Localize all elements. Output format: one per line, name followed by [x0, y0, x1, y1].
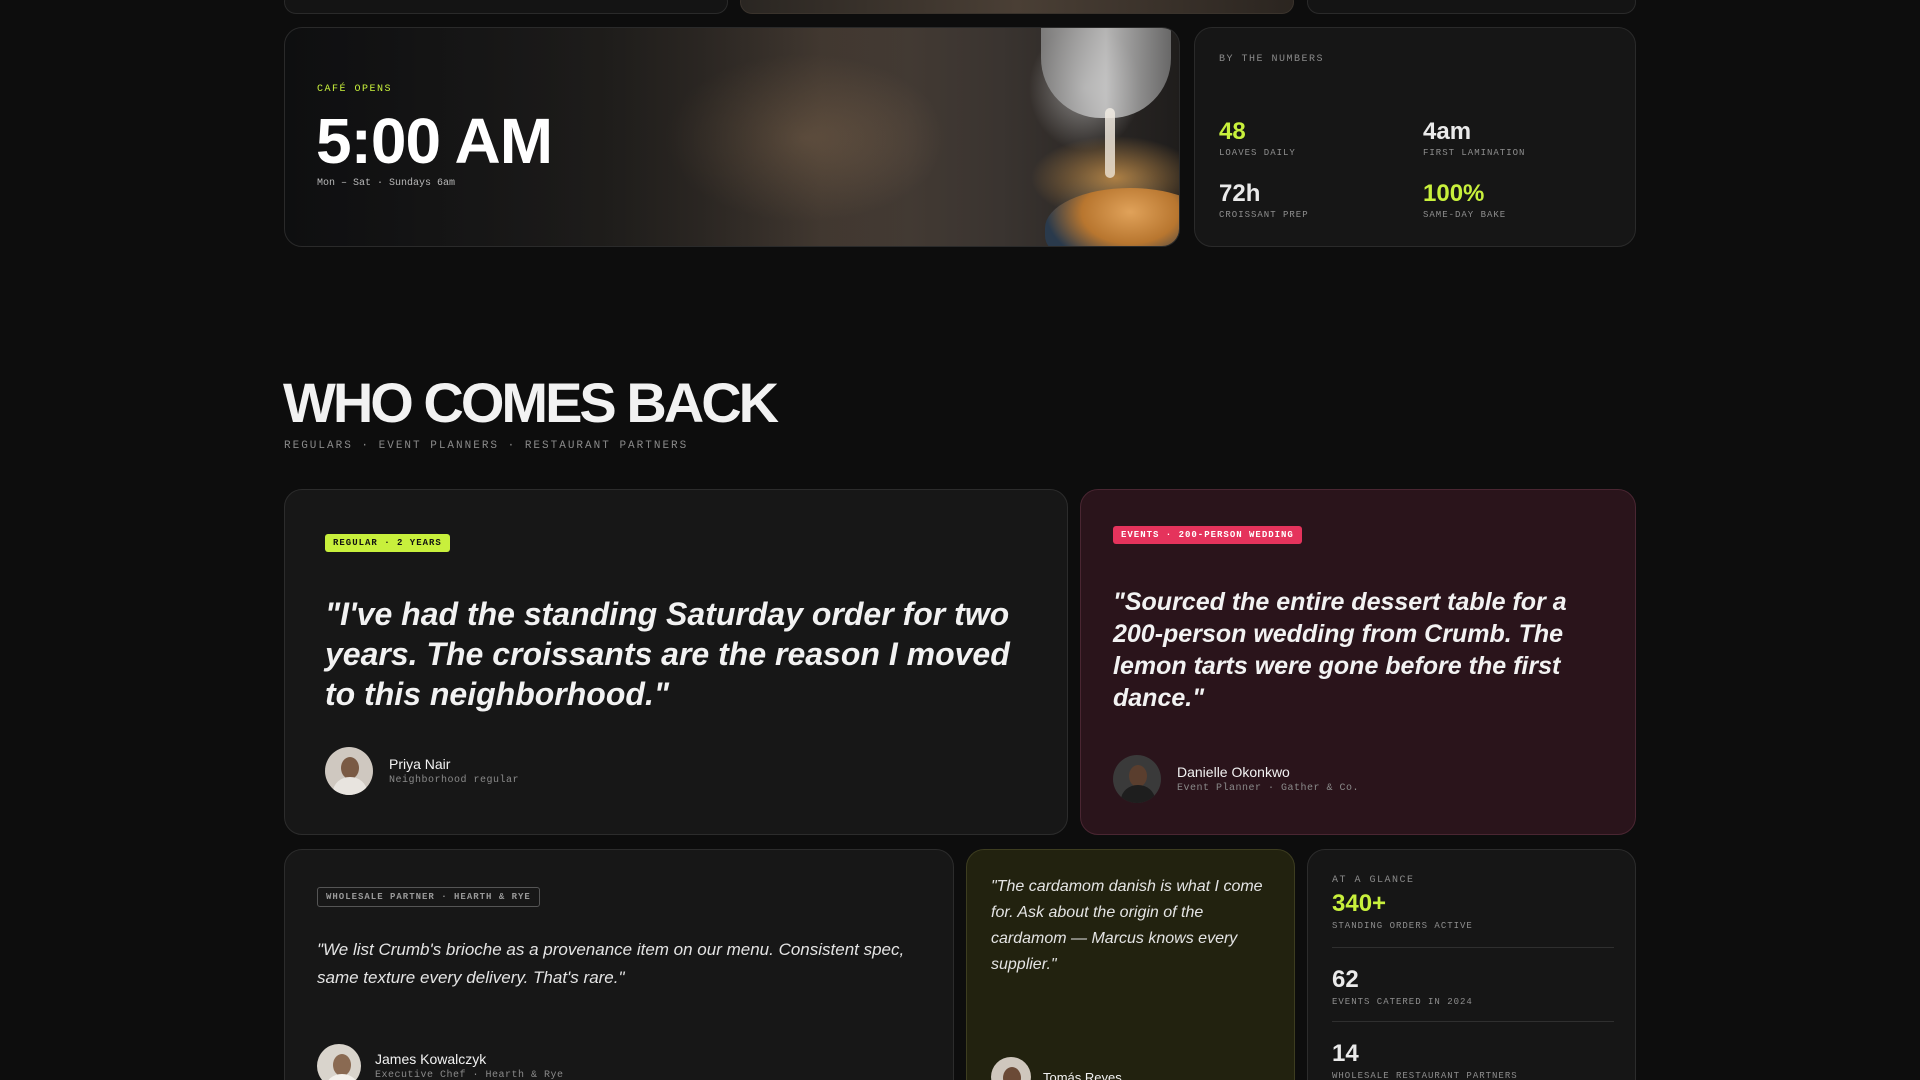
author-name: Priya Nair	[389, 756, 451, 772]
cafe-opens-card: CAFÉ OPENS 5:00 AM Mon – Sat · Sundays 6…	[284, 27, 1180, 247]
author-name: Danielle Okonkwo	[1177, 764, 1290, 780]
divider	[1332, 947, 1614, 948]
testimonial-quote: "The cardamom danish is what I come for.…	[991, 878, 1263, 973]
section-title: WHO COMES BACK	[283, 371, 779, 434]
stat-value: 4am	[1423, 118, 1472, 145]
testimonial-badge: REGULAR · 2 YEARS	[325, 534, 450, 552]
previous-card-image	[740, 0, 1294, 14]
previous-card-3	[1307, 0, 1636, 14]
glance-stat-partners: 14 WHOLESALE RESTAURANT PARTNERS	[1332, 1040, 1614, 1080]
testimonial-badge: EVENTS · 200-PERSON WEDDING	[1113, 526, 1302, 544]
author-role: Neighborhood regular	[389, 775, 520, 786]
testimonial-quote: "We list Crumb's brioche as a provenance…	[317, 940, 905, 987]
cafe-opens-time: 5:00 AM	[316, 105, 553, 177]
testimonial-quote: "Sourced the entire dessert table for a …	[1113, 588, 1567, 712]
stat-value: 62	[1332, 966, 1359, 993]
testimonial-card-regular: REGULAR · 2 YEARS "I've had the standing…	[284, 489, 1068, 835]
testimonial-card-events: EVENTS · 200-PERSON WEDDING "Sourced the…	[1080, 489, 1636, 835]
at-a-glance-card: AT A GLANCE 340+ STANDING ORDERS ACTIVE …	[1307, 849, 1636, 1080]
stat-lamination: 4am FIRST LAMINATION	[1423, 118, 1525, 158]
author-name: Tomás Reyes	[1043, 1069, 1122, 1080]
stat-label: FIRST LAMINATION	[1423, 148, 1526, 158]
author-name: James Kowalczyk	[375, 1051, 487, 1067]
numbers-title: BY THE NUMBERS	[1219, 54, 1325, 65]
avatar	[1113, 755, 1161, 803]
testimonial-card-cardamom: "The cardamom danish is what I come for.…	[966, 849, 1295, 1080]
testimonial-author: Tomás Reyes	[991, 1057, 1122, 1080]
avatar	[325, 747, 373, 795]
stat-label: EVENTS CATERED IN 2024	[1332, 997, 1473, 1007]
glance-stat-events: 62 EVENTS CATERED IN 2024	[1332, 966, 1614, 1007]
avatar	[317, 1044, 361, 1080]
divider	[1332, 1021, 1614, 1022]
author-role: Executive Chef · Hearth & Rye	[375, 1070, 564, 1080]
glance-title: AT A GLANCE	[1332, 875, 1415, 886]
testimonial-author: Danielle Okonkwo Event Planner · Gather …	[1113, 755, 1359, 803]
glance-stat-orders: 340+ STANDING ORDERS ACTIVE	[1332, 890, 1614, 931]
cafe-hours: Mon – Sat · Sundays 6am	[317, 178, 456, 189]
stat-croissant-prep: 72h CROISSANT PREP	[1219, 180, 1309, 220]
stat-loaves: 48 LOAVES DAILY	[1219, 118, 1296, 158]
author-role: Event Planner · Gather & Co.	[1177, 783, 1360, 794]
testimonial-author: Priya Nair Neighborhood regular	[325, 747, 519, 795]
testimonial-author: James Kowalczyk Executive Chef · Hearth …	[317, 1044, 564, 1080]
stat-value: 72h	[1219, 180, 1261, 207]
stat-label: LOAVES DAILY	[1219, 148, 1296, 158]
stat-label: WHOLESALE RESTAURANT PARTNERS	[1332, 1071, 1518, 1080]
stat-value: 340+	[1332, 890, 1387, 917]
stat-label: STANDING ORDERS ACTIVE	[1332, 921, 1473, 931]
avatar	[991, 1057, 1031, 1080]
stat-same-day: 100% SAME-DAY BAKE	[1423, 180, 1506, 220]
stat-label: SAME-DAY BAKE	[1423, 210, 1507, 220]
numbers-card: BY THE NUMBERS 48 LOAVES DAILY 4am FIRST…	[1194, 27, 1636, 247]
stat-value: 100%	[1423, 180, 1485, 207]
testimonial-card-wholesale: WHOLESALE PARTNER · HEARTH & RYE "We lis…	[284, 849, 954, 1080]
testimonial-quote: "I've had the standing Saturday order fo…	[325, 596, 1010, 712]
section-subtitle: REGULARS · EVENT PLANNERS · RESTAURANT P…	[284, 440, 689, 452]
stat-label: CROISSANT PREP	[1219, 210, 1309, 220]
stat-value: 48	[1219, 118, 1246, 145]
stat-value: 14	[1332, 1040, 1359, 1067]
previous-card-1	[284, 0, 728, 14]
testimonial-badge: WHOLESALE PARTNER · HEARTH & RYE	[317, 887, 540, 907]
cafe-opens-label: CAFÉ OPENS	[317, 84, 393, 95]
